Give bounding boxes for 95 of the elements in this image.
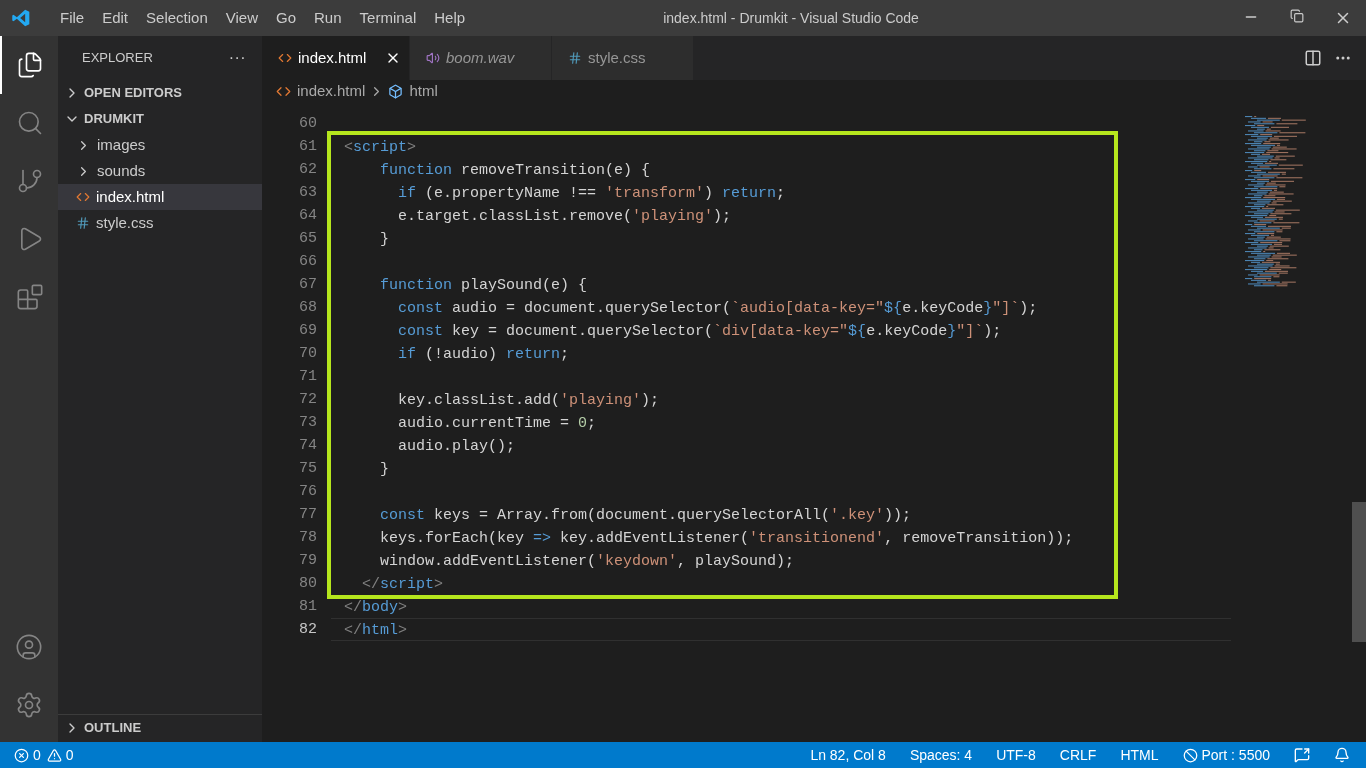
menu-item[interactable]: File: [51, 6, 94, 30]
code-icon: [76, 190, 90, 204]
status-item[interactable]: UTF-8: [996, 744, 1036, 766]
line-number: 63: [299, 183, 317, 203]
code-line: if (e.propertyName !== 'transform') return;: [397, 185, 786, 202]
warning-count[interactable]: 0: [65, 744, 74, 766]
feedback-icon[interactable]: [1294, 747, 1310, 763]
editor-tab[interactable]: style.css: [552, 36, 694, 80]
warning-icon[interactable]: [46, 747, 62, 763]
line-number: 70: [299, 344, 317, 364]
split-editor-icon[interactable]: [1304, 49, 1322, 67]
line-number: 66: [299, 252, 317, 272]
editor-tab[interactable]: index.html: [262, 36, 410, 80]
status-item[interactable]: CRLF: [1059, 744, 1097, 766]
line-number: 76: [299, 482, 317, 502]
section-header[interactable]: OUTLINE: [58, 714, 262, 740]
code-line: window.addEventListener('keydown', playSound);: [379, 553, 795, 570]
line-number: 69: [299, 321, 317, 341]
line-number: 78: [299, 528, 317, 548]
restore-icon[interactable]: [1290, 9, 1304, 23]
account-icon[interactable]: [15, 633, 43, 661]
code-line: audio.currentTime = 0;: [397, 415, 597, 432]
section-header[interactable]: OPEN EDITORS: [58, 80, 262, 106]
line-number: 60: [299, 114, 317, 134]
hash-icon: [76, 216, 90, 230]
section-header[interactable]: DRUMKIT: [58, 106, 262, 132]
branch-icon[interactable]: [16, 167, 44, 195]
code-line: e.target.classList.remove('playing');: [397, 208, 732, 225]
error-icon[interactable]: [14, 747, 29, 763]
error-count[interactable]: 0: [33, 744, 41, 766]
menu-item[interactable]: Selection: [137, 6, 217, 30]
editor-tab[interactable]: boom.wav: [410, 36, 552, 80]
menu-item[interactable]: Run: [305, 6, 351, 30]
menu-item[interactable]: Go: [267, 6, 305, 30]
code-line: key.classList.add('playing');: [397, 392, 660, 409]
breadcrumb-item[interactable]: index.html: [276, 80, 366, 103]
status-item[interactable]: HTML: [1120, 744, 1159, 766]
settings-icon[interactable]: [15, 691, 43, 719]
line-number: 77: [299, 505, 317, 525]
ban-icon[interactable]: [1182, 747, 1198, 763]
code-line: </body>: [344, 599, 408, 616]
line-number: 65: [299, 229, 317, 249]
line-number: 75: [299, 459, 317, 479]
bell-icon[interactable]: [1334, 747, 1350, 763]
code-line: if (!audio) return;: [397, 346, 570, 363]
code-line: keys.forEach(key => key.addEventListener('transitionend', removeTransition));: [379, 530, 1074, 547]
menu-item[interactable]: Terminal: [350, 6, 426, 30]
more-button[interactable]: ···: [228, 46, 246, 70]
code-line: }: [379, 231, 389, 248]
tree-item[interactable]: style.css: [58, 210, 262, 236]
code-line: </html>: [344, 622, 408, 639]
menu-item[interactable]: Edit: [93, 6, 138, 30]
window-title: index.html - Drumkit - Visual Studio Code: [663, 8, 919, 28]
line-number: 79: [299, 551, 317, 571]
breadcrumb-item[interactable]: html: [388, 80, 438, 103]
sidebar-title: EXPLORER: [82, 49, 153, 68]
line-number: 74: [299, 436, 317, 456]
code-line: const keys = Array.from(document.querySelectorAll('.key'));: [379, 507, 912, 524]
logo-icon: [11, 8, 31, 28]
tree-item[interactable]: images: [58, 132, 262, 158]
code-line: }: [379, 461, 389, 478]
line-number: 61: [299, 137, 317, 157]
line-number: 71: [299, 367, 317, 387]
status-item[interactable]: Port : 5500: [1201, 744, 1270, 766]
menu-item[interactable]: Help: [425, 6, 475, 30]
line-number: 62: [299, 160, 317, 180]
status-item[interactable]: Spaces: 4: [909, 744, 973, 766]
code-line: const audio = document.querySelector(`audio[data-key="${e.keyCode}"]`);: [397, 300, 1038, 317]
code-line: function playSound(e) {: [379, 277, 588, 294]
line-number: 73: [299, 413, 317, 433]
extensions-icon[interactable]: [16, 283, 44, 311]
code-line: audio.play();: [397, 438, 516, 455]
scrollbar-thumb[interactable]: [1352, 502, 1366, 642]
code-line: <script>: [344, 139, 417, 156]
search-icon[interactable]: [16, 109, 44, 137]
cube-icon: [388, 84, 404, 99]
speaker-icon: [426, 51, 440, 65]
menu-item[interactable]: View: [216, 6, 267, 30]
code-line: </script>: [361, 576, 444, 593]
code-icon: [276, 84, 291, 99]
code-line: function removeTransition(e) {: [379, 162, 651, 179]
code-icon: [278, 51, 292, 65]
status-item[interactable]: Ln 82, Col 8: [810, 744, 886, 766]
code-line: const key = document.querySelector(`div[data-key="${e.keyCode}"]`);: [397, 323, 1002, 340]
tree-item[interactable]: index.html: [58, 184, 262, 210]
line-number: 64: [299, 206, 317, 226]
files-icon[interactable]: [16, 51, 44, 79]
line-number: 81: [299, 597, 317, 617]
line-number: 68: [299, 298, 317, 318]
tree-item[interactable]: sounds: [58, 158, 262, 184]
line-number: 67: [299, 275, 317, 295]
hash-icon: [568, 51, 582, 65]
line-number: 82: [299, 620, 317, 640]
line-number: 72: [299, 390, 317, 410]
line-number: 80: [299, 574, 317, 594]
